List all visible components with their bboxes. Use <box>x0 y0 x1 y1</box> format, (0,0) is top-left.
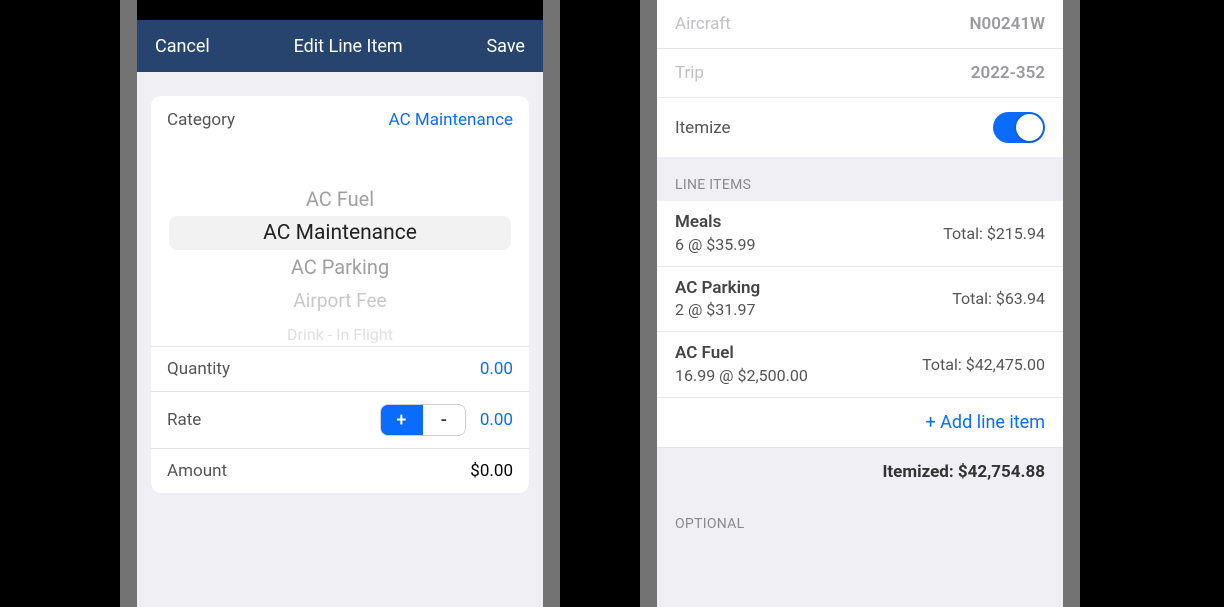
category-row[interactable]: Category AC Maintenance <box>151 96 529 136</box>
line-item[interactable]: AC Fuel 16.99 @ $2,500.00 Total: $42,475… <box>657 332 1063 398</box>
itemize-toggle[interactable] <box>993 112 1045 143</box>
itemize-row[interactable]: Itemize <box>657 98 1063 157</box>
line-item-name: AC Fuel <box>675 342 808 365</box>
line-item-name: AC Parking <box>675 277 760 300</box>
itemized-total: Itemized: $42,754.88 <box>657 448 1063 496</box>
line-item-name: Meals <box>675 211 755 234</box>
picker-item[interactable]: AC Fuel <box>151 182 529 216</box>
screen-left: Cancel Edit Line Item Save Category AC M… <box>137 0 543 607</box>
trip-value: 2022-352 <box>971 63 1045 83</box>
info-block: Aircraft N00241W Trip 2022-352 Itemize <box>657 0 1063 157</box>
category-picker[interactable]: AC Fuel AC Maintenance AC Parking Airpor… <box>151 146 529 346</box>
category-label: Category <box>167 110 235 130</box>
line-item-sub: 16.99 @ $2,500.00 <box>675 365 808 387</box>
category-value: AC Maintenance <box>389 110 513 130</box>
line-item-sub: 6 @ $35.99 <box>675 234 755 256</box>
edit-card: Category AC Maintenance AC Fuel AC Maint… <box>151 96 529 493</box>
line-item[interactable]: Meals 6 @ $35.99 Total: $215.94 <box>657 201 1063 267</box>
cancel-button[interactable]: Cancel <box>155 36 210 57</box>
save-button[interactable]: Save <box>486 36 525 57</box>
aircraft-row[interactable]: Aircraft N00241W <box>657 0 1063 49</box>
navbar: Cancel Edit Line Item Save <box>137 20 543 72</box>
stepper-minus-button[interactable]: - <box>423 405 465 435</box>
line-item-total: Total: $215.94 <box>943 224 1045 243</box>
aircraft-label: Aircraft <box>675 14 731 34</box>
picker-item[interactable]: Airport Fee <box>151 284 529 318</box>
line-item-total: Total: $42,475.00 <box>922 355 1045 374</box>
phone-right: Aircraft N00241W Trip 2022-352 Itemize L… <box>640 0 1080 607</box>
quantity-row[interactable]: Quantity 0.00 <box>151 346 529 391</box>
phone-left: Cancel Edit Line Item Save Category AC M… <box>120 0 560 607</box>
trip-row[interactable]: Trip 2022-352 <box>657 49 1063 98</box>
rate-value[interactable]: 0.00 <box>480 410 513 430</box>
picker-item-selected[interactable]: AC Maintenance <box>169 216 511 250</box>
optional-header: OPTIONAL <box>657 496 1063 540</box>
quantity-label: Quantity <box>167 359 230 379</box>
line-item-total: Total: $63.94 <box>952 289 1045 308</box>
rate-label: Rate <box>167 410 201 430</box>
amount-value: $0.00 <box>470 461 513 481</box>
line-item-sub: 2 @ $31.97 <box>675 299 760 321</box>
navbar-title: Edit Line Item <box>294 36 403 57</box>
screen-right: Aircraft N00241W Trip 2022-352 Itemize L… <box>657 0 1063 607</box>
rate-stepper: + - <box>380 404 466 436</box>
itemize-label: Itemize <box>675 118 731 138</box>
picker-item[interactable]: AC Parking <box>151 250 529 284</box>
toggle-knob <box>1016 114 1043 141</box>
add-line-item-button[interactable]: + Add line item <box>657 398 1063 448</box>
amount-row: Amount $0.00 <box>151 448 529 493</box>
trip-label: Trip <box>675 63 704 83</box>
stepper-plus-button[interactable]: + <box>381 405 423 435</box>
picker-item[interactable]: Drink - In Flight <box>151 318 529 346</box>
rate-row[interactable]: Rate + - 0.00 <box>151 391 529 448</box>
quantity-value[interactable]: 0.00 <box>480 359 513 379</box>
picker-item[interactable] <box>151 146 529 182</box>
amount-label: Amount <box>167 461 227 481</box>
aircraft-value: N00241W <box>969 14 1045 34</box>
line-item[interactable]: AC Parking 2 @ $31.97 Total: $63.94 <box>657 267 1063 333</box>
line-items-header: LINE ITEMS <box>657 157 1063 201</box>
status-notch <box>137 0 543 20</box>
